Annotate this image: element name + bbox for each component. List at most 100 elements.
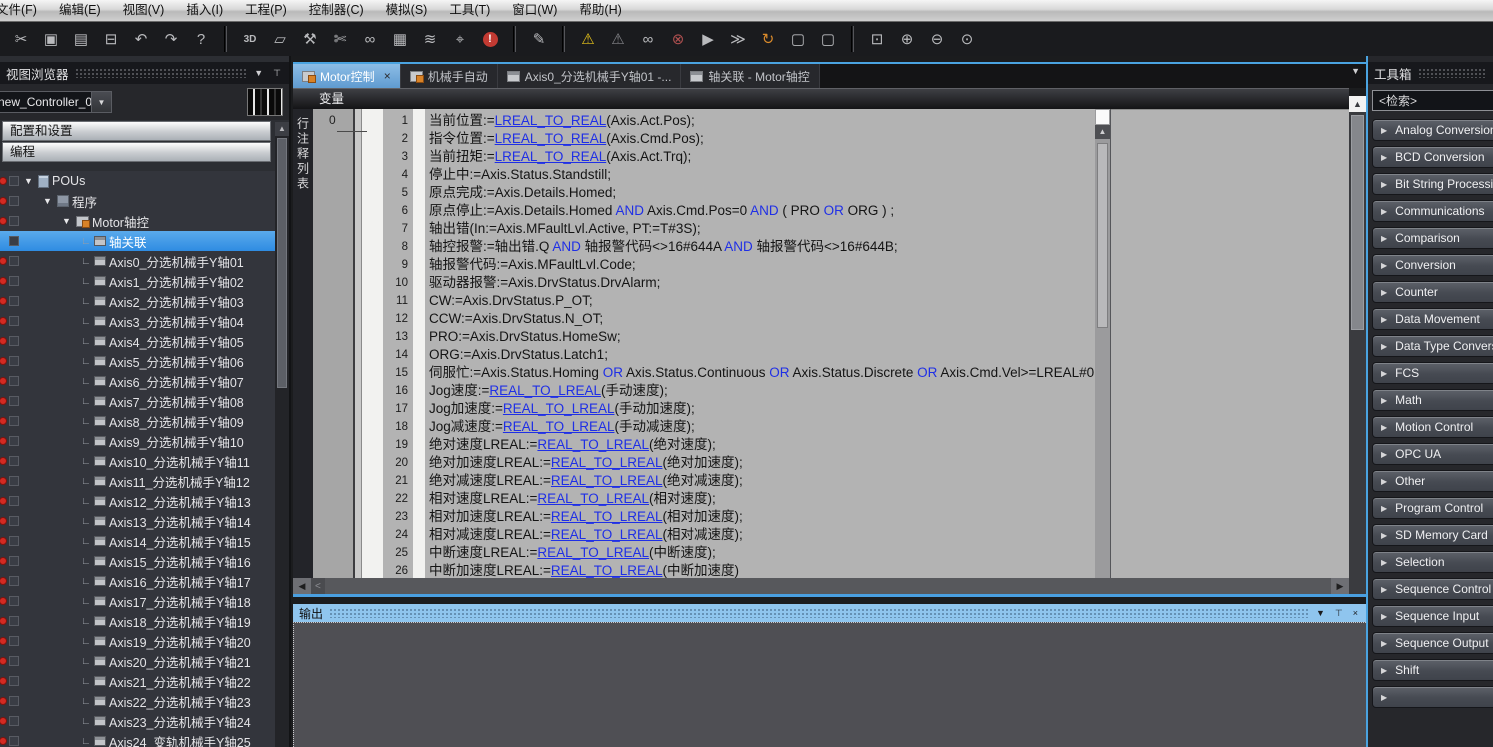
tree-item-checkbox[interactable] [9,396,19,406]
monitor-remove-icon[interactable]: ⊗ [663,26,693,52]
code-line[interactable]: 相对速度LREAL:=REAL_TO_LREAL(相对速度); [425,490,1095,508]
code-line[interactable]: CCW:=Axis.DrvStatus.N_OT; [425,310,1095,328]
line-comment-list-tab[interactable]: 行注释列表 [293,109,313,578]
code-line[interactable]: 中断速度LREAL:=REAL_TO_LREAL(中断速度); [425,544,1095,562]
code-line[interactable]: 相对加速度LREAL:=REAL_TO_LREAL(相对加速度); [425,508,1095,526]
tree-item-checkbox[interactable] [9,476,19,486]
tree-item-axis[interactable]: ∟Axis1_分选机械手Y轴02 [0,271,275,291]
panel-menu-icon[interactable]: ▼ [252,68,265,78]
menu-item[interactable]: 视图(V) [112,0,176,21]
help-icon[interactable]: ? [186,26,216,52]
tree-item-axis[interactable]: ∟Axis2_分选机械手Y轴03 [0,291,275,311]
tree-item-axis[interactable]: ∟Axis24_变轨机械手Y轴25 [0,731,275,747]
watch-table-icon[interactable]: ▦ [385,26,415,52]
redo-icon[interactable]: ↷ [156,26,186,52]
tree-item-checkbox[interactable] [9,656,19,666]
sidebar-section-programming[interactable]: 编程 [2,142,271,162]
differential-monitor-icon[interactable]: ≋ [415,26,445,52]
tree-scrollbar-thumb[interactable] [277,138,287,388]
build-warning-off-icon[interactable]: ⚠ [603,26,633,52]
variables-bar[interactable]: 变量 [293,88,1349,109]
toolbox-category[interactable]: ▶BCD Conversion [1372,146,1493,168]
tree-item-checkbox[interactable] [9,596,19,606]
tree-item-checkbox[interactable] [9,196,19,206]
editor-vertical-scrollbar[interactable]: ▲ [1349,96,1366,594]
tree-item-checkbox[interactable] [9,496,19,506]
toolbox-category[interactable]: ▶Sequence Input [1372,605,1493,627]
breakpoint-margin[interactable] [361,109,383,578]
menu-item[interactable]: 编辑(E) [48,0,112,21]
menu-item[interactable]: 文件(F) [0,0,48,21]
undo-icon[interactable]: ↶ [126,26,156,52]
toolbox-search-input[interactable] [1372,90,1493,111]
toolbox-category[interactable]: ▶SD Memory Card [1372,524,1493,546]
tree-item-axis[interactable]: ∟Axis10_分选机械手Y轴11 [0,451,275,471]
toolbox-category-partial[interactable]: ▶ [1372,686,1493,708]
tree-item-checkbox[interactable] [9,336,19,346]
code-line[interactable]: 绝对减速度LREAL:=REAL_TO_LREAL(绝对减速度); [425,472,1095,490]
tree-item-checkbox[interactable] [9,176,19,186]
code-scrollbar[interactable]: ▲ [1095,109,1111,578]
chevron-down-icon[interactable]: ▼ [92,91,112,113]
tree-item-axis[interactable]: ∟Axis16_分选机械手Y轴17 [0,571,275,591]
toolbox-category[interactable]: ▶Selection [1372,551,1493,573]
toolbox-category[interactable]: ▶Counter [1372,281,1493,303]
tree-item-axis[interactable]: ∟Axis22_分选机械手Y轴23 [0,691,275,711]
online-monitor2-icon[interactable]: ▢ [813,26,843,52]
tree-item-checkbox[interactable] [9,556,19,566]
code-line[interactable]: 原点停止:=Axis.Details.Homed AND Axis.Cmd.Po… [425,202,1095,220]
editor-scrollbar-thumb[interactable] [1351,115,1364,330]
code-line[interactable]: 轴出错(In:=Axis.MFaultLvl.Active, PT:=T#3S)… [425,220,1095,238]
toolbox-category[interactable]: ▶Program Control [1372,497,1493,519]
tree-item-axis[interactable]: ∟Axis9_分选机械手Y轴10 [0,431,275,451]
tree-item-axis[interactable]: ∟Axis23_分选机械手Y轴24 [0,711,275,731]
toolbox-category[interactable]: ▶Motion Control [1372,416,1493,438]
horizontal-scrollbar-track[interactable] [325,578,1331,594]
st-code-area[interactable]: 当前位置:=LREAL_TO_REAL(Axis.Act.Pos);指令位置:=… [425,109,1095,578]
tree-scrollbar[interactable]: ▲ [275,122,289,747]
tree-item-checkbox[interactable] [9,216,19,226]
editor-tab[interactable]: Axis0_分选机械手Y轴01 -... [498,64,682,88]
window-layout-icon[interactable]: ▱ [265,26,295,52]
code-line[interactable]: Jog速度:=REAL_TO_LREAL(手动速度); [425,382,1095,400]
zoom-100-icon[interactable]: ⊙ [952,26,982,52]
code-line[interactable]: 轴报警代码:=Axis.MFaultLvl.Code; [425,256,1095,274]
tree-item-checkbox[interactable] [9,736,19,746]
abort-icon[interactable]: ! [475,26,505,52]
tree-item-checkbox[interactable] [9,716,19,726]
tree-item-checkbox[interactable] [9,436,19,446]
menu-item[interactable]: 窗口(W) [501,0,568,21]
refresh-icon[interactable]: ↻ [753,26,783,52]
toolbox-category[interactable]: ▶Data Type Conversion [1372,335,1493,357]
step-icon[interactable]: ≫ [723,26,753,52]
close-icon[interactable]: × [1351,608,1360,618]
sidebar-section-config[interactable]: 配置和设置 [2,121,271,141]
tree-item-checkbox[interactable] [9,676,19,686]
code-line[interactable]: 当前位置:=LREAL_TO_REAL(Axis.Act.Pos); [425,112,1095,130]
code-scrollbar-top-button[interactable] [1096,110,1109,124]
monitor-watch-icon[interactable]: ∞ [355,26,385,52]
code-line[interactable]: Jog加速度:=REAL_TO_LREAL(手动加速度); [425,400,1095,418]
close-icon[interactable]: × [384,69,391,83]
editor-tab[interactable]: 机械手自动 [401,64,498,88]
toolbox-category[interactable]: ▶Conversion [1372,254,1493,276]
expand-arrow-icon[interactable]: ▼ [24,176,38,186]
copy-icon[interactable]: ▣ [36,26,66,52]
toolbox-category[interactable]: ▶Sequence Control [1372,578,1493,600]
tree-item-axis[interactable]: ∟Axis3_分选机械手Y轴04 [0,311,275,331]
tree-item-checkbox[interactable] [9,516,19,526]
code-line[interactable]: 相对减速度LREAL:=REAL_TO_LREAL(相对减速度); [425,526,1095,544]
expand-arrow-icon[interactable]: ▼ [43,196,57,206]
tree-item-checkbox[interactable] [9,416,19,426]
tree-item-axis[interactable]: ∟Axis13_分选机械手Y轴14 [0,511,275,531]
tree-item-axis-link[interactable]: ∟轴关联 [0,231,275,251]
paste-icon[interactable]: ▤ [66,26,96,52]
code-line[interactable]: 驱动器报警:=Axis.DrvStatus.DrvAlarm; [425,274,1095,292]
toolbox-category[interactable]: ▶Comparison [1372,227,1493,249]
tree-item-checkbox[interactable] [9,356,19,366]
monitor-glasses-icon[interactable]: ∞ [633,26,663,52]
scroll-up-icon[interactable]: ▲ [1095,125,1110,139]
code-line[interactable]: 指令位置:=LREAL_TO_REAL(Axis.Cmd.Pos); [425,130,1095,148]
code-line[interactable]: CW:=Axis.DrvStatus.P_OT; [425,292,1095,310]
tree-item-axis[interactable]: ∟Axis20_分选机械手Y轴21 [0,651,275,671]
